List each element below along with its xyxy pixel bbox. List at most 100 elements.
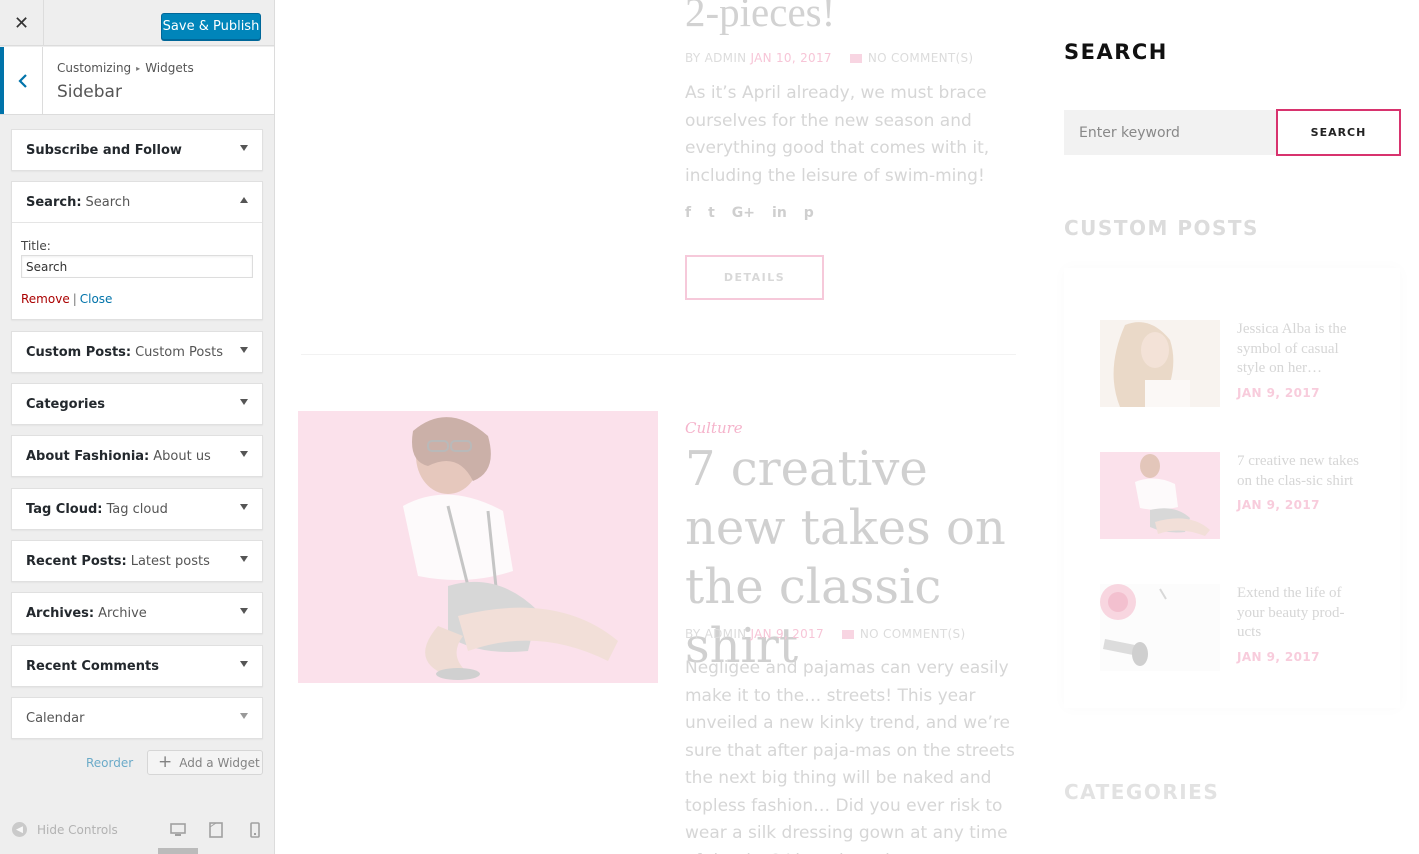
widget-type: Recent Posts: [26, 553, 127, 569]
twitter-icon[interactable]: t [708, 205, 715, 221]
collapse-icon: ◀ [12, 822, 27, 837]
chevron-down-icon [240, 399, 248, 405]
reorder-link[interactable]: Reorder [86, 756, 133, 770]
facebook-icon[interactable]: f [685, 205, 691, 221]
post-author: BY ADMIN [685, 627, 747, 641]
widget-type: Search: [26, 194, 82, 210]
widget-title: Search [85, 194, 131, 210]
chevron-down-icon [240, 608, 248, 614]
breadcrumb-item: Customizing [57, 61, 132, 75]
custom-post-date: JAN 9, 2017 [1237, 385, 1320, 400]
linkedin-icon[interactable]: in [772, 205, 787, 221]
actions-separator: | [72, 292, 77, 306]
add-widget-button[interactable]: + Add a Widget [147, 750, 263, 775]
custom-post-item[interactable]: Extend the life of your beauty prod-ucts… [1100, 584, 1400, 674]
widget-about[interactable]: About Fashionia: About us [11, 435, 263, 477]
search-button[interactable]: SEARCH [1276, 109, 1401, 156]
widget-type: Custom Posts: [26, 344, 132, 360]
post-category[interactable]: Culture [685, 419, 743, 437]
post-date: JAN 10, 2017 [750, 51, 832, 65]
widget-recent-comments[interactable]: Recent Comments [11, 645, 263, 687]
widget-title: Archive [98, 605, 147, 621]
widget-title: Tag cloud [106, 501, 168, 517]
widget-search: Search:Search Title: Remove|Close [11, 181, 263, 320]
categories-title: CATEGORIES [1064, 780, 1220, 804]
chevron-left-icon [18, 73, 27, 88]
widget-categories[interactable]: Categories [11, 383, 263, 425]
desktop-preview-icon[interactable] [170, 822, 186, 838]
widget-type: About Fashionia: [26, 448, 150, 464]
widget-type: Recent Comments [26, 658, 159, 674]
widget-type: Calendar [26, 710, 85, 726]
google-plus-icon[interactable]: G+ [732, 205, 755, 221]
search-widget-title: SEARCH [1064, 40, 1168, 64]
widget-type: Categories [26, 396, 106, 412]
hide-controls-button[interactable]: ◀ Hide Controls [12, 822, 118, 837]
chevron-down-icon [240, 347, 248, 353]
woman-photo-image [298, 411, 658, 683]
comment-icon [841, 630, 854, 639]
widget-search-form: Title: Remove|Close [12, 222, 262, 306]
save-publish-button[interactable]: Save & Publish [161, 13, 261, 40]
post-thumbnail [1100, 452, 1220, 539]
post-date: JAN 9, 2017 [750, 627, 824, 641]
active-device-indicator [158, 848, 198, 854]
post-title[interactable]: 2-pieces! [685, 0, 835, 36]
section-header: Customizing ▸ Widgets Sidebar [0, 47, 274, 115]
pinterest-icon[interactable]: p [804, 205, 814, 221]
chevron-down-icon [240, 661, 248, 667]
widget-title: Latest posts [130, 553, 210, 569]
chevron-down-icon [240, 556, 248, 562]
post-author: BY ADMIN [685, 51, 747, 65]
back-button[interactable] [0, 47, 43, 114]
post-comments: NO COMMENT(S) [859, 627, 966, 641]
post-meta: BY ADMIN JAN 9, 2017 NO COMMENT(S) [685, 627, 965, 641]
tablet-preview-icon[interactable] [208, 822, 224, 838]
post-image[interactable] [298, 411, 658, 683]
custom-post-item[interactable]: Jessica Alba is the symbol of casual sty… [1100, 320, 1400, 410]
widget-archives[interactable]: Archives: Archive [11, 592, 263, 634]
custom-post-item[interactable]: 7 creative new takes on the clas-sic shi… [1100, 452, 1400, 542]
add-widget-label: Add a Widget [179, 755, 260, 770]
post-meta: BY ADMIN JAN 10, 2017 NO COMMENT(S) [685, 51, 973, 65]
post-thumbnail [1100, 320, 1220, 407]
widget-title: About us [153, 448, 211, 464]
custom-post-title: Jessica Alba is the symbol of casual sty… [1237, 321, 1347, 376]
post-excerpt: Negligee and pajamas can very easily mak… [685, 658, 1015, 854]
widget-calendar[interactable]: Calendar [11, 697, 263, 739]
widget-type: Subscribe and Follow [26, 142, 182, 158]
post-comments: NO COMMENT(S) [867, 51, 974, 65]
custom-posts-list: Jessica Alba is the symbol of casual sty… [1064, 268, 1400, 708]
custom-post-date: JAN 9, 2017 [1237, 649, 1320, 664]
post-excerpt: As it’s April already, we must brace our… [685, 83, 990, 186]
mobile-preview-icon[interactable] [247, 822, 263, 838]
widget-tag-cloud[interactable]: Tag Cloud: Tag cloud [11, 488, 263, 530]
chevron-down-icon [240, 713, 248, 719]
custom-post-title: Extend the life of your beauty prod-ucts [1237, 585, 1345, 640]
comment-icon [849, 54, 862, 63]
breadcrumb-item: Widgets [145, 61, 194, 75]
plus-icon: + [158, 752, 173, 772]
hide-controls-label: Hide Controls [37, 822, 118, 837]
details-button[interactable]: DETAILS [685, 255, 824, 300]
customizer-panel: ✕ Save & Publish Customizing ▸ Widgets Sid… [0, 0, 275, 854]
share-icons: f t G+ in p [685, 205, 814, 221]
widget-type: Tag Cloud: [26, 501, 103, 517]
close-customizer-button[interactable]: ✕ [0, 0, 44, 46]
remove-widget-link[interactable]: Remove [21, 292, 70, 306]
custom-post-date: JAN 9, 2017 [1237, 498, 1320, 512]
chevron-down-icon [240, 451, 248, 457]
widget-search-header[interactable]: Search: Search [12, 182, 262, 222]
widget-recent-posts[interactable]: Recent Posts: Latest posts [11, 540, 263, 582]
widget-type: Archives: [26, 605, 95, 621]
widget-subscribe-follow[interactable]: Subscribe and Follow [11, 129, 263, 171]
widget-custom-posts[interactable]: Custom Posts: Custom Posts [11, 331, 263, 373]
chevron-down-icon [240, 145, 248, 151]
close-widget-link[interactable]: Close [80, 292, 113, 306]
chevron-down-icon [240, 504, 248, 510]
breadcrumb-separator: ▸ [136, 64, 141, 73]
widget-title-field[interactable] [21, 255, 253, 278]
custom-post-title: 7 creative new takes on the clas-sic shi… [1237, 453, 1360, 489]
search-input[interactable] [1064, 110, 1276, 155]
site-preview: 2-pieces! BY ADMIN JAN 10, 2017 NO COMMENT… [276, 0, 1419, 854]
